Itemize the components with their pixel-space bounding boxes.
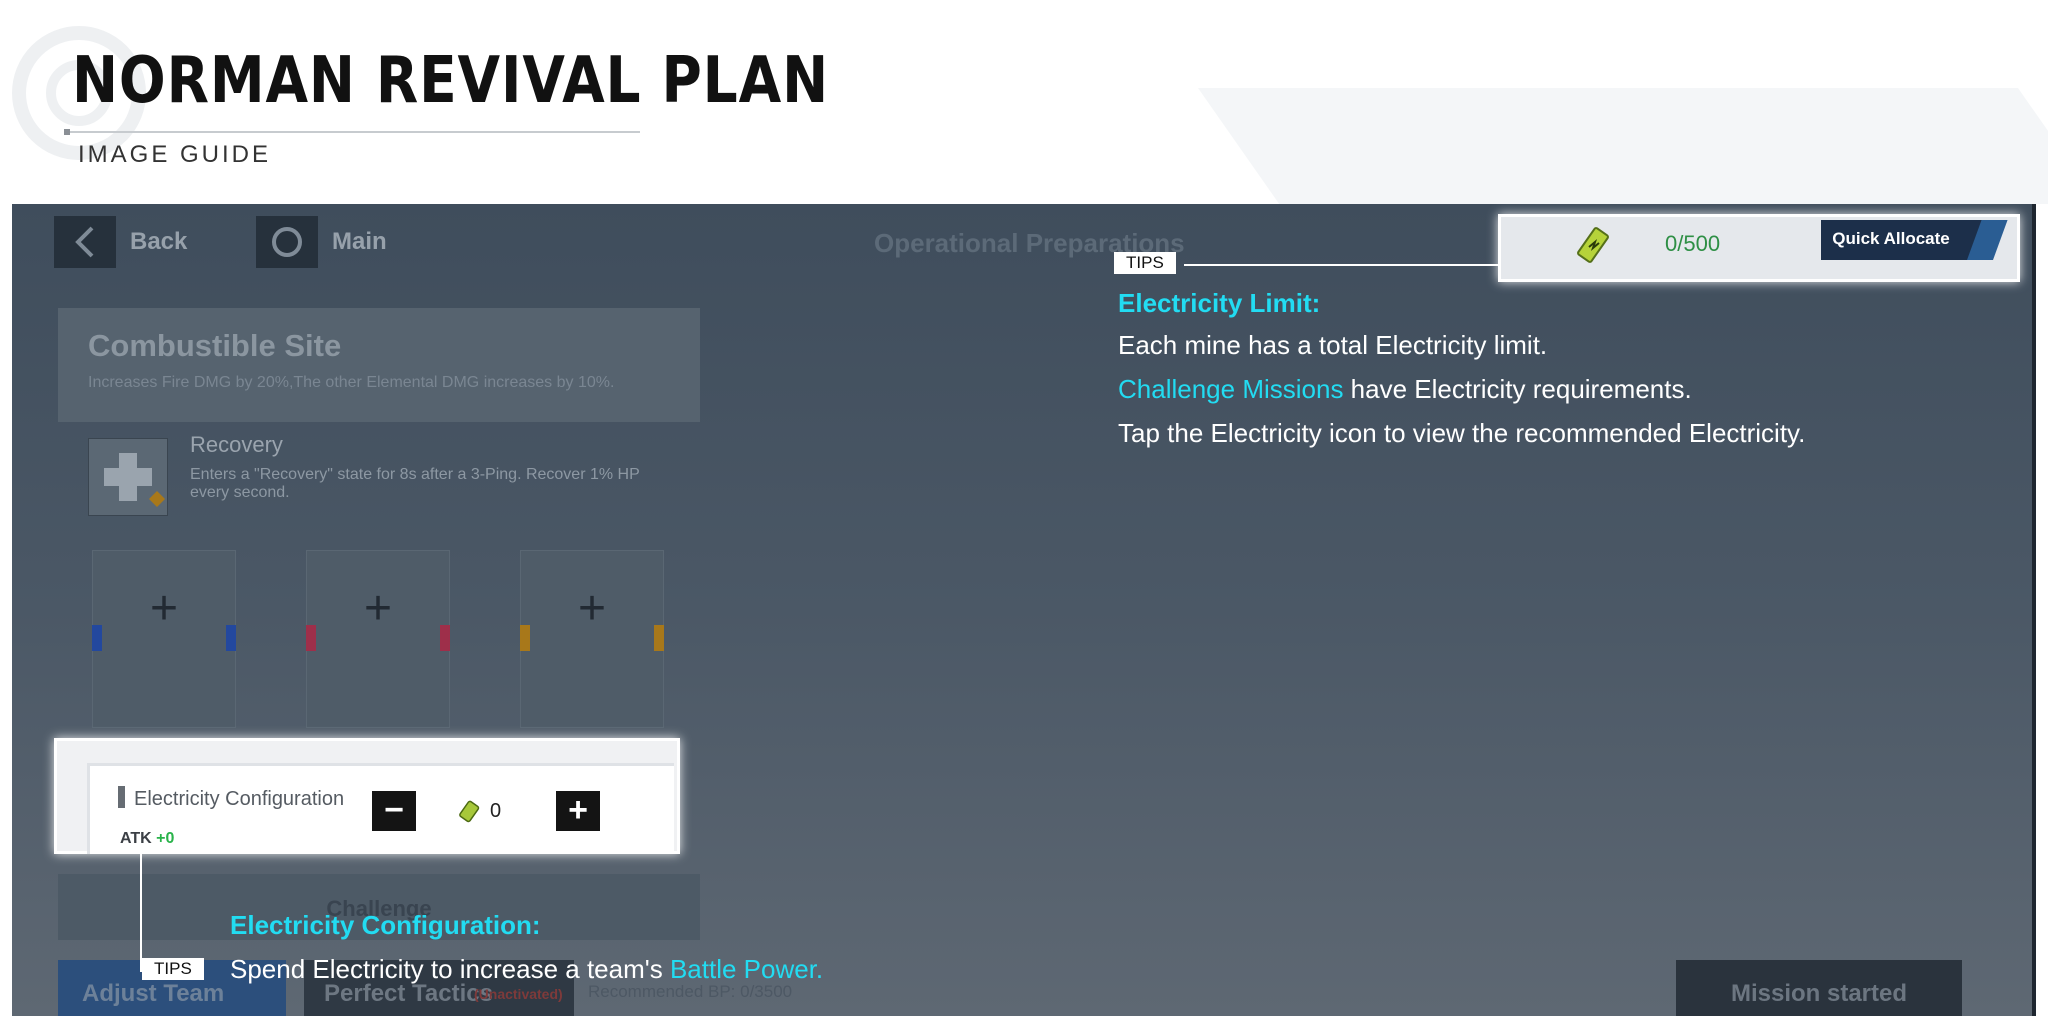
- electricity-config-value: 0: [490, 800, 502, 822]
- atk-value: +0: [156, 830, 175, 847]
- battery-bolt-icon[interactable]: [1575, 225, 1613, 267]
- increase-electricity-button[interactable]: +: [556, 791, 600, 831]
- team-slot-2[interactable]: +: [306, 550, 450, 728]
- add-icon: +: [577, 582, 607, 635]
- electricity-icon[interactable]: [458, 800, 482, 824]
- electricity-config-label: Electricity Configuration: [134, 788, 345, 810]
- site-name: Combustible Site: [88, 328, 342, 363]
- game-screen: Back Main Operational Preparations Combu…: [12, 204, 2036, 1016]
- guide-header: NORMAN REVIVAL PLAN IMAGE GUIDE: [0, 0, 2048, 204]
- home-ring-icon: [256, 216, 318, 268]
- skill-description: Enters a "Recovery" state for 8s after a…: [190, 466, 640, 501]
- button-accent: [1967, 220, 2008, 260]
- recovery-skill: Recovery Enters a "Recovery" state for 8…: [88, 432, 708, 522]
- add-icon: +: [363, 582, 393, 635]
- screen-edge: [2032, 204, 2036, 1016]
- tip-text-rest: have Electricity requirements.: [1343, 374, 1692, 404]
- tip-text: Spend Electricity to increase a team's B…: [230, 954, 823, 985]
- site-description: Increases Fire DMG by 20%,The other Elem…: [88, 374, 615, 391]
- slot-color-band: [306, 625, 316, 651]
- decrease-electricity-button[interactable]: −: [372, 791, 416, 831]
- tips-tag: TIPS: [1114, 252, 1176, 274]
- slot-color-band: [440, 625, 450, 651]
- electricity-config-highlight: Electricity Configuration ATK +0 − 0 +: [54, 738, 680, 854]
- main-label: Main: [332, 228, 387, 255]
- slot-color-band: [520, 625, 530, 651]
- slot-color-band: [226, 625, 236, 651]
- electricity-total: 0/500: [1665, 231, 1721, 256]
- title-divider: [66, 131, 640, 133]
- team-slot-3[interactable]: +: [520, 550, 664, 728]
- tip-leader-line: [140, 850, 142, 972]
- atk-label: ATK: [120, 830, 152, 847]
- adjust-team-label: Adjust Team: [82, 980, 225, 1007]
- quick-allocate-label: Quick Allocate: [1832, 229, 1950, 248]
- slot-color-band: [92, 625, 102, 651]
- tip-text-start: Spend Electricity to increase a team's: [230, 954, 670, 984]
- tip-text: Each mine has a total Electricity limit.: [1118, 330, 1548, 360]
- perfect-tactics-status: (Unactivated): [474, 986, 563, 1002]
- recovery-cross-icon: [88, 438, 168, 516]
- main-button[interactable]: Main: [256, 216, 387, 268]
- mission-started-label: Mission started: [1730, 980, 1908, 1007]
- electricity-config-panel: Electricity Configuration ATK +0 − 0 +: [87, 763, 674, 854]
- tip-text: Tap the Electricity icon to view the rec…: [1118, 418, 1806, 448]
- mission-started-button[interactable]: Mission started: [1676, 960, 1962, 1016]
- tip-heading: Electricity Limit:: [1118, 288, 1321, 318]
- guide-title: NORMAN REVIVAL PLAN: [72, 44, 829, 118]
- electricity-limit-highlight: 0/500 Quick Allocate: [1498, 214, 2020, 282]
- team-slot-1[interactable]: +: [92, 550, 236, 728]
- skill-name: Recovery: [190, 432, 283, 457]
- back-label: Back: [130, 228, 188, 255]
- tip-leader-line: [1184, 264, 1500, 266]
- tips-tag: TIPS: [142, 958, 204, 980]
- config-marker: [118, 786, 125, 808]
- slot-color-band: [654, 625, 664, 651]
- add-icon: +: [149, 582, 179, 635]
- tip-highlight: Challenge Missions: [1118, 374, 1344, 404]
- recommended-bp: Recommended BP: 0/3500: [588, 982, 793, 1001]
- site-panel: Combustible Site Increases Fire DMG by 2…: [58, 308, 700, 422]
- chevron-left-icon: [54, 216, 116, 268]
- title-divider-dot: [64, 129, 70, 135]
- quick-allocate-button[interactable]: Quick Allocate: [1821, 220, 2008, 260]
- tip-heading: Electricity Configuration:: [230, 910, 541, 940]
- tip-highlight: Battle Power.: [669, 954, 824, 984]
- guide-subtitle: IMAGE GUIDE: [78, 141, 272, 168]
- header-backdrop-shape: [1197, 88, 2048, 204]
- tip-text: Challenge Missions have Electricity requ…: [1118, 374, 1692, 405]
- atk-bonus: ATK +0: [120, 830, 174, 848]
- back-button[interactable]: Back: [54, 216, 187, 268]
